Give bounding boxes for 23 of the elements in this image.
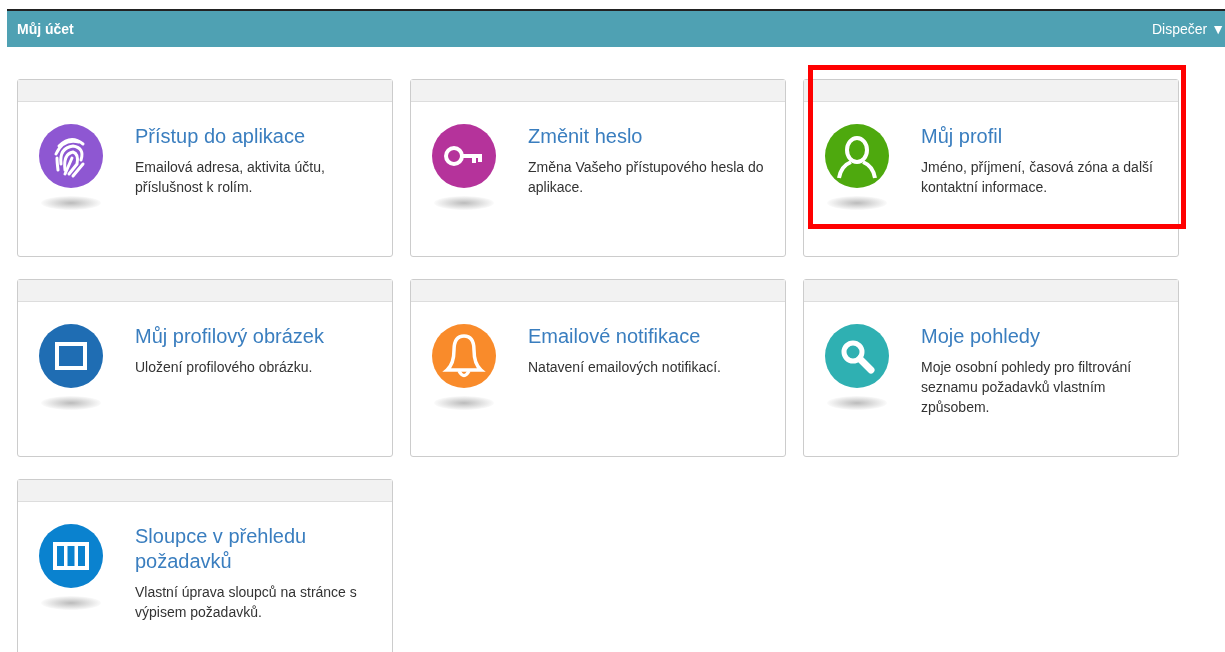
card-description: Jméno, příjmení, časová zóna a další kontaktní informace. [921,158,1154,197]
card-title[interactable]: Emailové notifikace [528,324,721,349]
card-description: Změna Vašeho přístupového hesla do aplikace. [528,158,764,197]
card-title[interactable]: Přístup do aplikace [135,124,371,149]
settings-card[interactable]: Můj profilový obrázek Uložení profilového obrázku. [17,279,393,457]
card-description: Uložení profilového obrázku. [135,358,314,377]
card-title[interactable]: Moje pohledy [921,324,1157,349]
settings-card[interactable]: Můj profil Jméno, příjmení, časová zóna a další kontaktní informace. [803,79,1179,257]
page-title: Můj účet [17,21,74,37]
card-title[interactable]: Sloupce v přehledu požadavků [135,524,371,574]
settings-card[interactable]: Moje pohledy Moje osobní pohledy pro filtrování seznamu požadavků vlastním způsobem. [803,279,1179,457]
card-title[interactable]: Můj profil [921,124,1157,149]
card-description: Vlastní úprava sloupců na stránce s výpisem požadavků. [135,583,358,622]
settings-card[interactable]: Sloupce v přehledu požadavků Vlastní úprava sloupců na stránce s výpisem požadavků. [17,479,393,652]
settings-card[interactable]: Změnit heslo Změna Vašeho přístupového hesla do aplikace. [410,79,786,257]
card-title[interactable]: Změnit heslo [528,124,764,149]
card-title[interactable]: Můj profilový obrázek [135,324,324,349]
card-description: Emailová adresa, aktivita účtu, příslušnost k rolím. [135,158,326,197]
settings-card[interactable]: Přístup do aplikace Emailová adresa, aktivita účtu, příslušnost k rolím. [17,79,393,257]
user-menu[interactable]: Dispečer ▼ [1152,21,1225,37]
settings-card[interactable]: Emailové notifikace Natavení emailových notifikací. [410,279,786,457]
card-description: Moje osobní pohledy pro filtrování seznamu požadavků vlastním způsobem. [921,358,1133,417]
card-description: Natavení emailových notifikací. [528,358,721,377]
